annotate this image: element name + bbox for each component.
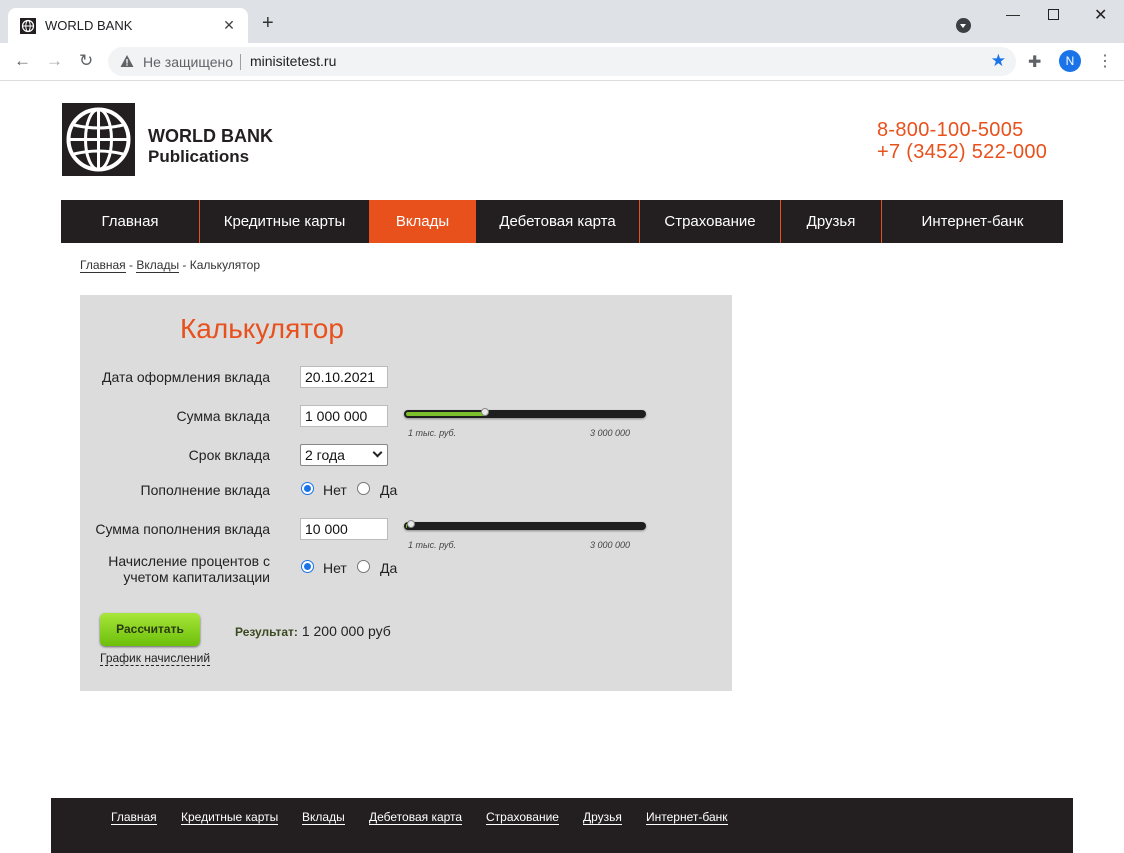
footer-link-internet-bank[interactable]: Интернет-банк [646,810,728,825]
main-menu: Главная Кредитные карты Вклады Дебетовая… [61,200,1063,243]
amount-input[interactable]: 1 000 000 [300,405,388,427]
profile-avatar[interactable]: N [1059,50,1081,72]
footer-link-deposits[interactable]: Вклады [302,810,345,825]
breadcrumb-sep: - [129,258,134,272]
breadcrumb-deposits[interactable]: Вклады [136,258,180,273]
amount-slider-max: 3 000 000 [590,428,631,438]
breadcrumb: Главная - Вклады - Калькулятор [80,258,261,273]
menu-item-insurance[interactable]: Страхование [640,200,781,243]
term-select[interactable]: 2 года [300,444,388,466]
logo-subtitle: Publications [148,147,250,166]
address-bar[interactable]: Не защищено minisitetest.ru ★ [108,47,1016,76]
date-input[interactable]: 20.10.2021 [300,366,388,388]
topup-slider-min: 1 тыс. руб. [408,540,457,550]
topup-yes-radio[interactable] [357,482,370,495]
deposit-calculator: Калькулятор Дата оформления вклада 20.10… [80,295,732,691]
warning-icon [120,55,134,67]
window-close-icon[interactable]: ✕ [1094,5,1107,25]
menu-item-debit-card[interactable]: Дебетовая карта [476,200,640,243]
forward-icon[interactable]: → [46,51,63,71]
chevron-down-icon [372,447,383,458]
topup-label: Пополнение вклада [140,482,270,498]
menu-item-credit-cards[interactable]: Кредитные карты [200,200,370,243]
topup-amount-label: Сумма пополнения вклада [95,521,270,537]
world-bank-logo[interactable] [62,103,135,176]
footer-link-credit-cards[interactable]: Кредитные карты [181,810,279,825]
capitalization-yes-radio[interactable] [357,560,370,573]
topup-slider-handle[interactable] [407,520,415,528]
result-label: Результат: [235,625,298,639]
amount-slider-fill [406,412,485,416]
tab-title: WORLD BANK [45,18,133,33]
menu-item-home[interactable]: Главная [61,200,200,243]
address-separator [240,54,241,70]
menu-item-internet-bank[interactable]: Интернет-банк [882,200,1063,243]
topup-yes-label: Да [380,482,398,498]
menu-item-friends[interactable]: Друзья [781,200,882,243]
back-icon[interactable]: ← [14,51,31,71]
footer-link-home[interactable]: Главная [111,810,157,825]
minimize-icon[interactable]: — [1006,6,1020,22]
calculator-title: Калькулятор [180,313,344,344]
tab-close-icon[interactable]: ✕ [220,16,238,34]
amount-slider-min: 1 тыс. руб. [408,428,457,438]
breadcrumb-home[interactable]: Главная [80,258,126,273]
amount-slider-handle[interactable] [481,408,489,416]
term-label: Срок вклада [188,447,270,463]
browser-tabstrip: WORLD BANK ✕ + — ✕ [0,0,1124,43]
footer-link-friends[interactable]: Друзья [583,810,622,825]
new-tab-icon[interactable]: + [262,13,274,33]
browser-menu-icon[interactable]: ⋮ [1097,51,1113,71]
footer-link-debit-card[interactable]: Дебетовая карта [369,810,463,825]
logo-title: WORLD BANK [148,126,273,146]
bookmark-star-icon[interactable]: ★ [991,51,1006,71]
phone-number-2[interactable]: +7 (3452) 522-000 [877,141,1047,164]
amount-slider[interactable] [404,408,646,418]
result: Результат: 1 200 000 руб [235,623,391,639]
capitalization-no-radio[interactable] [301,560,314,573]
maximize-icon[interactable] [1048,9,1059,20]
date-label: Дата оформления вклада [102,369,270,385]
topup-amount-input[interactable]: 10 000 [300,518,388,540]
capitalization-no-label: Нет [323,560,347,576]
topup-slider-max: 3 000 000 [590,540,631,550]
globe-logo-icon [66,107,131,172]
capitalization-label: Начисление процентов с учетом капитализа… [80,553,270,585]
footer: Главная Кредитные карты Вклады Дебетовая… [51,798,1073,853]
menu-item-deposits[interactable]: Вклады [370,200,476,243]
browser-toolbar: ← → ↻ Не защищено minisitetest.ru ★ ✚ N … [0,43,1124,81]
reload-icon[interactable]: ↻ [79,51,93,71]
term-select-value: 2 года [305,447,345,463]
breadcrumb-current: Калькулятор [189,258,261,272]
breadcrumb-sep: - [182,258,187,272]
capitalization-label-line1: Начисление процентов с [108,553,270,569]
url-text[interactable]: minisitetest.ru [250,53,336,69]
topup-no-radio[interactable] [301,482,314,495]
amount-label: Сумма вклада [176,408,270,424]
globe-favicon-icon [20,17,36,34]
accrual-chart-link[interactable]: График начислений [100,651,211,666]
browser-tab[interactable]: WORLD BANK ✕ [8,8,248,43]
capitalization-label-line2: учетом капитализации [123,569,270,585]
calculate-button[interactable]: Рассчитать [100,613,200,646]
extensions-icon[interactable]: ✚ [1028,52,1041,72]
phone-number-1[interactable]: 8-800-100-5005 [877,119,1024,142]
tab-search-icon[interactable] [956,18,971,33]
footer-link-insurance[interactable]: Страхование [486,810,559,825]
topup-no-label: Нет [323,482,347,498]
result-value: 1 200 000 руб [301,623,391,639]
not-secure-label: Не защищено [143,54,233,70]
capitalization-yes-label: Да [380,560,398,576]
topup-slider[interactable] [404,520,646,530]
